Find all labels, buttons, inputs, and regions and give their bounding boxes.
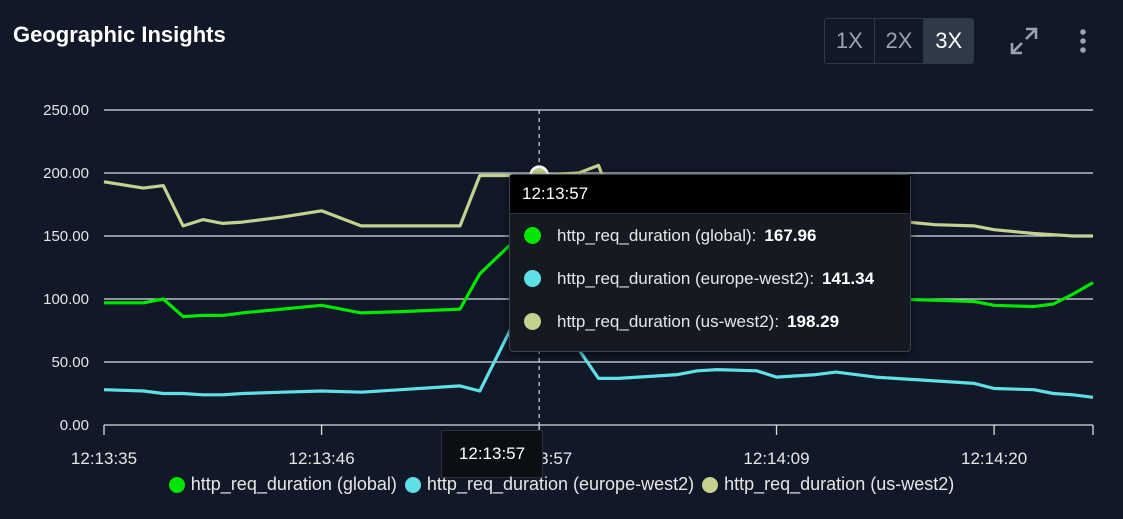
tooltip-label: http_req_duration (global):: [557, 225, 757, 245]
x-tick-label: 12:14:20: [961, 449, 1027, 468]
y-tick-label: 200.00: [43, 165, 89, 182]
legend-item-europe-west2[interactable]: http_req_duration (europe-west2): [404, 474, 695, 495]
y-tick-label: 50.00: [51, 354, 89, 371]
tooltip-row-global: http_req_duration (global): 167.96: [510, 214, 910, 257]
legend-label: http_req_duration (europe-west2): [426, 474, 695, 494]
x-tick-label: 12:14:09: [743, 449, 809, 468]
tooltip-row-us-west2: http_req_duration (us-west2): 198.29: [510, 300, 910, 343]
tooltip-value: 198.29: [787, 311, 840, 331]
x-tick-label: 12:13:46: [288, 449, 354, 468]
legend-dot-global: [168, 476, 185, 493]
tooltip-label: http_req_duration (europe-west2):: [557, 268, 815, 288]
tooltip-row-europe-west2: http_req_duration (europe-west2): 141.34: [510, 257, 910, 300]
crosshair-time-label: 12:13:57: [441, 430, 543, 478]
tooltip-label: http_req_duration (us-west2):: [557, 311, 780, 331]
chart-legend: http_req_duration (global) http_req_dura…: [0, 474, 1123, 495]
legend-label: http_req_duration (global): [190, 474, 397, 494]
y-tick-label: 100.00: [43, 291, 89, 308]
legend-label: http_req_duration (us-west2): [724, 474, 955, 494]
x-tick-label: 12:13:35: [71, 449, 137, 468]
tooltip-value: 141.34: [822, 268, 875, 288]
tooltip-dot-us-west2: [524, 313, 541, 330]
tooltip-time: 12:13:57: [510, 175, 910, 214]
y-tick-label: 250.00: [43, 102, 89, 119]
y-tick-label: 0.00: [60, 417, 89, 434]
legend-item-us-west2[interactable]: http_req_duration (us-west2): [702, 474, 954, 495]
legend-item-global[interactable]: http_req_duration (global): [168, 474, 397, 495]
chart-tooltip: 12:13:57 http_req_duration (global): 167…: [509, 174, 911, 352]
tooltip-value: 167.96: [764, 225, 817, 245]
tooltip-dot-europe-west2: [524, 270, 541, 287]
legend-dot-us-west2: [702, 476, 719, 493]
tooltip-dot-global: [524, 227, 541, 244]
legend-dot-europe-west2: [404, 476, 421, 493]
y-tick-label: 150.00: [43, 228, 89, 245]
